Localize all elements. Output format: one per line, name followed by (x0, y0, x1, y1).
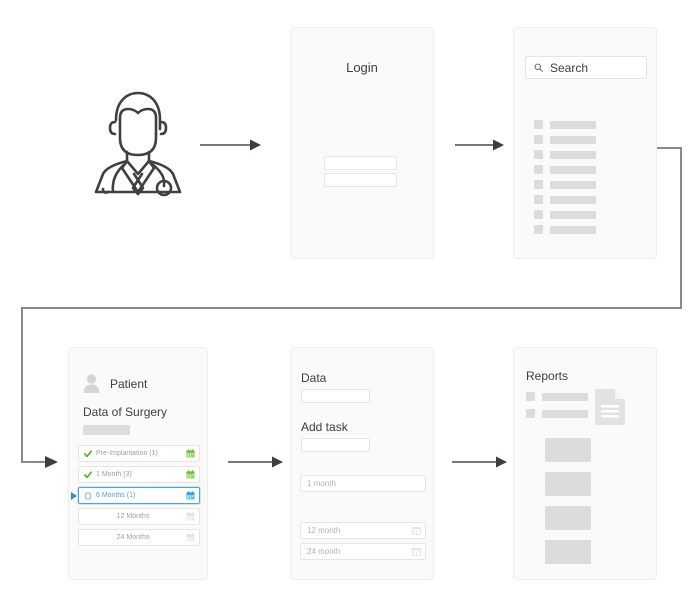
visit-item-12-months[interactable]: 12 Months (78, 508, 200, 525)
selection-pointer-icon (71, 491, 77, 500)
row-thumb-icon (534, 150, 543, 159)
row-placeholder-bar (550, 120, 596, 129)
row-thumb-icon (534, 225, 543, 234)
patient-header: Patient (83, 374, 147, 393)
reports-title: Reports (526, 369, 569, 383)
visit-list: Pre-Implantation (1) 1 Month (3) 6 Month… (71, 445, 200, 546)
arrow-patient-to-data (228, 456, 283, 468)
screen-login: Login (290, 27, 434, 259)
task-field-label: 1 month (307, 479, 336, 488)
row-thumb-icon (534, 135, 543, 144)
list-item[interactable] (534, 120, 596, 129)
surgery-placeholder-bar (83, 425, 130, 435)
visit-item-1-month[interactable]: 1 Month (3) (78, 466, 200, 483)
list-item[interactable] (534, 150, 596, 159)
calendar-icon[interactable] (186, 470, 195, 479)
circle-icon (84, 492, 92, 499)
visit-label: 1 Month (3) (96, 471, 132, 478)
row-thumb-icon (526, 392, 535, 401)
list-item[interactable] (534, 165, 596, 174)
reports-block-list (545, 438, 591, 564)
list-item[interactable] (526, 392, 588, 401)
login-username-field[interactable] (324, 156, 397, 170)
add-task-section-title: Add task (301, 420, 348, 434)
list-item[interactable] (534, 225, 596, 234)
check-icon (84, 470, 92, 478)
surgery-section-title: Data of Surgery (83, 405, 168, 419)
calendar-icon[interactable] (412, 547, 421, 556)
task-field-1-month[interactable]: 1 month (300, 475, 426, 492)
report-block[interactable] (545, 506, 591, 530)
data-input[interactable] (301, 389, 370, 403)
data-section-title: Data (301, 371, 327, 385)
report-block[interactable] (545, 472, 591, 496)
login-title: Login (346, 60, 378, 75)
visit-label: Pre-Implantation (1) (96, 450, 158, 457)
row-placeholder-bar (550, 165, 596, 174)
task-field-24-month[interactable]: 24 month (300, 543, 426, 560)
list-item[interactable] (526, 409, 588, 418)
visit-item-24-months[interactable]: 24 Months (78, 529, 200, 546)
row-thumb-icon (526, 409, 535, 418)
row-placeholder-bar (550, 180, 596, 189)
search-result-list (534, 120, 596, 234)
visit-label: 24 Months (116, 534, 150, 541)
row-placeholder-bar (550, 195, 596, 204)
search-input-value: Search (550, 60, 589, 75)
calendar-icon[interactable] (186, 512, 195, 521)
screen-reports: Reports (513, 347, 657, 580)
screen-patient: Patient Data of Surgery Pre-Implantation… (68, 347, 208, 580)
task-field-label: 24 month (307, 547, 341, 556)
screen-search: Search (513, 27, 657, 259)
row-placeholder-bar (542, 392, 588, 401)
patient-label: Patient (110, 376, 148, 391)
visit-label: 6 Months (1) (96, 492, 136, 499)
person-avatar-icon (83, 374, 100, 393)
calendar-icon[interactable] (186, 491, 195, 500)
row-placeholder-bar (542, 409, 588, 418)
search-input[interactable]: Search (525, 56, 647, 79)
reports-list (526, 392, 588, 418)
add-task-input[interactable] (301, 438, 370, 452)
visit-item-6-months[interactable]: 6 Months (1) (71, 487, 200, 504)
screen-data: Data Add task 1 month 12 month 24 month (290, 347, 434, 580)
task-field-12-month[interactable]: 12 month (300, 522, 426, 539)
report-block[interactable] (545, 540, 591, 564)
visit-label: 12 Months (116, 513, 150, 520)
row-thumb-icon (534, 165, 543, 174)
row-placeholder-bar (550, 225, 596, 234)
login-password-field[interactable] (324, 173, 397, 187)
row-placeholder-bar (550, 150, 596, 159)
row-placeholder-bar (550, 210, 596, 219)
list-item[interactable] (534, 135, 596, 144)
calendar-icon[interactable] (186, 449, 195, 458)
check-icon (84, 449, 92, 457)
arrow-data-to-reports (452, 456, 507, 468)
list-item[interactable] (534, 195, 596, 204)
document-icon[interactable] (595, 389, 625, 425)
list-item[interactable] (534, 180, 596, 189)
row-thumb-icon (534, 210, 543, 219)
calendar-icon[interactable] (412, 526, 421, 535)
search-icon (534, 63, 543, 72)
calendar-icon[interactable] (186, 533, 195, 542)
report-block[interactable] (545, 438, 591, 462)
row-thumb-icon (534, 120, 543, 129)
row-placeholder-bar (550, 135, 596, 144)
row-thumb-icon (534, 195, 543, 204)
visit-item-pre-implantation[interactable]: Pre-Implantation (1) (78, 445, 200, 462)
row-thumb-icon (534, 180, 543, 189)
list-item[interactable] (534, 210, 596, 219)
task-field-label: 12 month (307, 526, 341, 535)
diagram-canvas: Login Search Patient Data of Surgery Pre… (0, 0, 700, 607)
